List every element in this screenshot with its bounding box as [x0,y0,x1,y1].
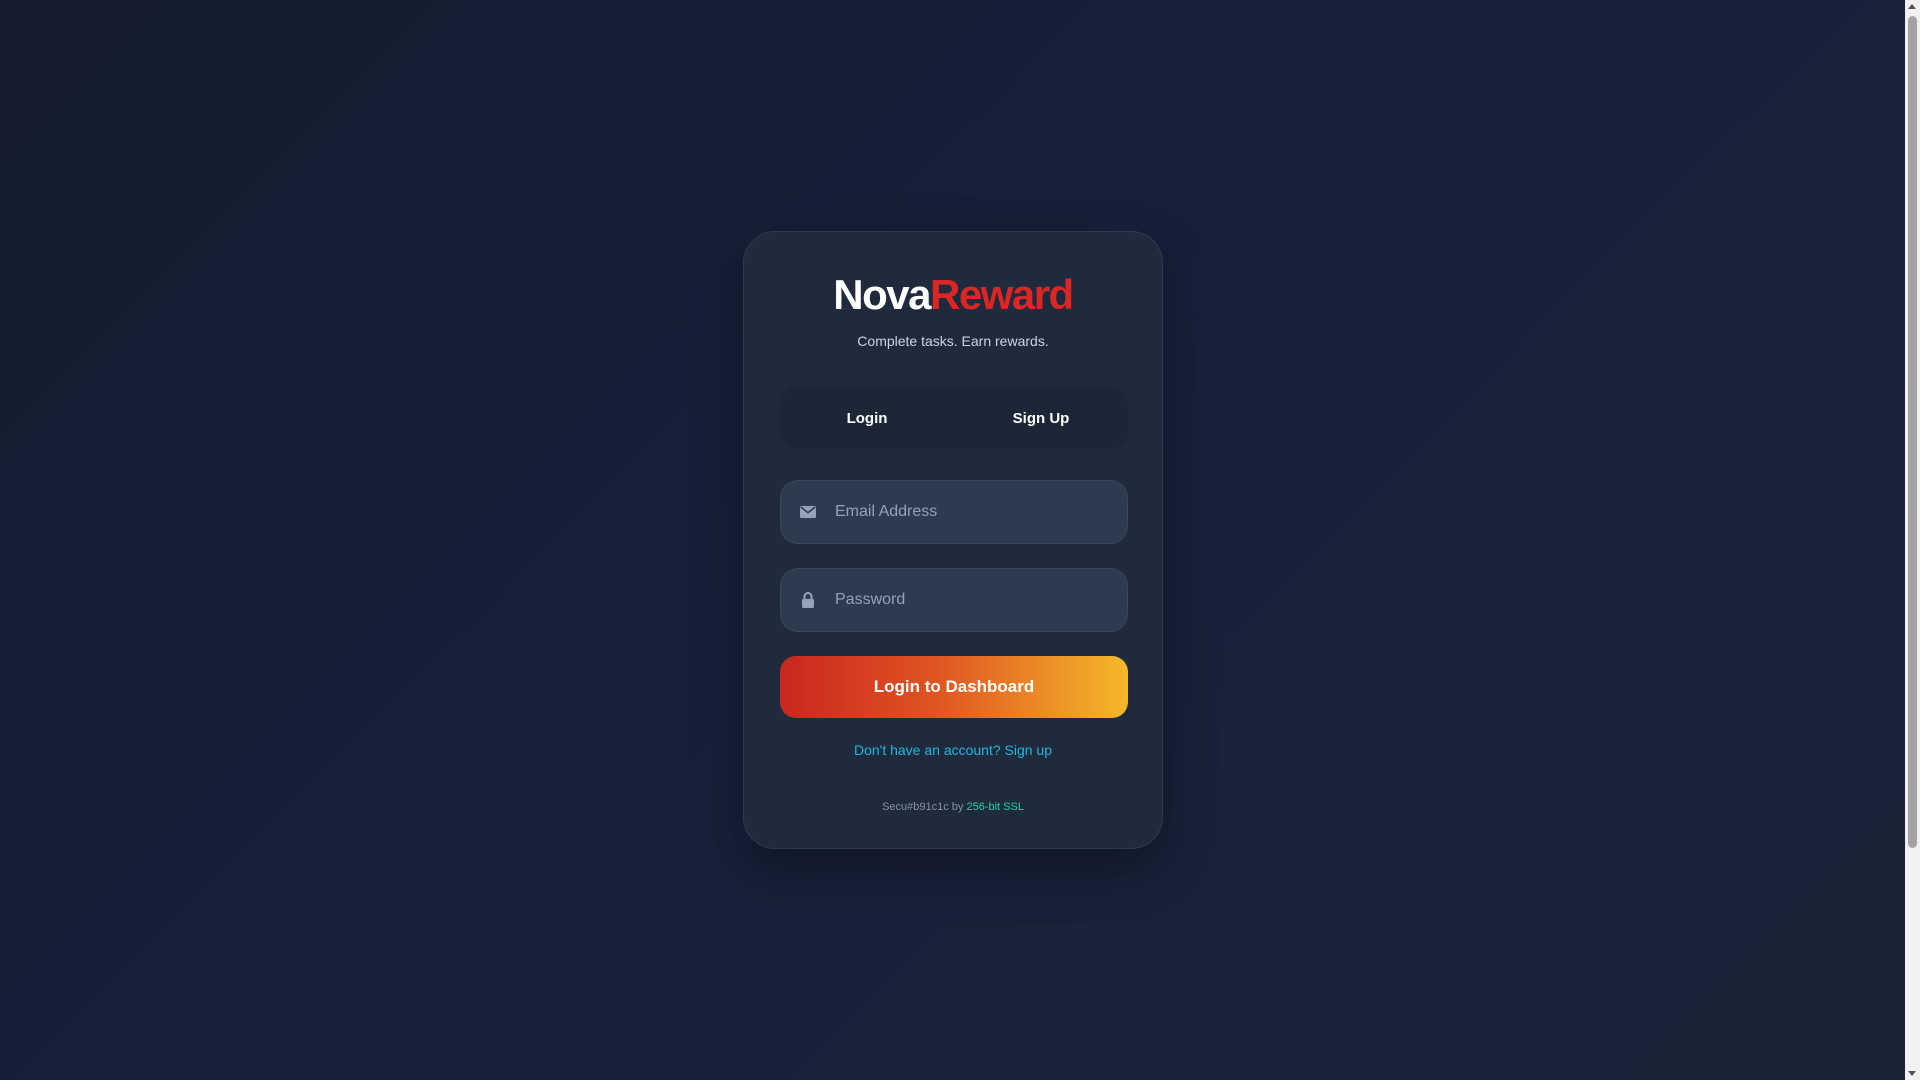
tab-login[interactable]: Login [780,387,954,449]
page-background: NovaReward Complete tasks. Earn rewards.… [0,0,1905,1080]
brand-name-nova: Nova [833,271,931,318]
sign-up-link[interactable]: Don't have an account? Sign up [744,742,1162,758]
login-button[interactable]: Login to Dashboard [780,656,1128,718]
email-input[interactable] [835,481,1127,543]
envelope-icon [781,506,835,518]
brand-name-reward: Reward [929,271,1074,318]
password-input[interactable] [835,569,1127,631]
scrollbar-thumb[interactable] [1908,16,1917,848]
scroll-up-arrow-icon[interactable] [1908,4,1916,9]
tagline: Complete tasks. Earn rewards. [857,333,1049,349]
tab-sign-up[interactable]: Sign Up [954,387,1128,449]
email-field[interactable] [780,480,1128,544]
auth-card: NovaReward Complete tasks. Earn rewards.… [743,231,1163,849]
lock-icon [781,592,835,608]
security-note: Secu#b91c1c by 256-bit SSL [744,801,1162,813]
auth-tabs: Login Sign Up [780,387,1128,449]
ssl-label: 256-bit SSL [966,801,1024,813]
security-prefix: Secu#b91c1c by [882,801,967,813]
vertical-scrollbar[interactable] [1905,0,1920,1080]
password-field[interactable] [780,568,1128,632]
scroll-down-arrow-icon[interactable] [1908,1071,1916,1076]
brand-logo: NovaReward [744,274,1162,316]
